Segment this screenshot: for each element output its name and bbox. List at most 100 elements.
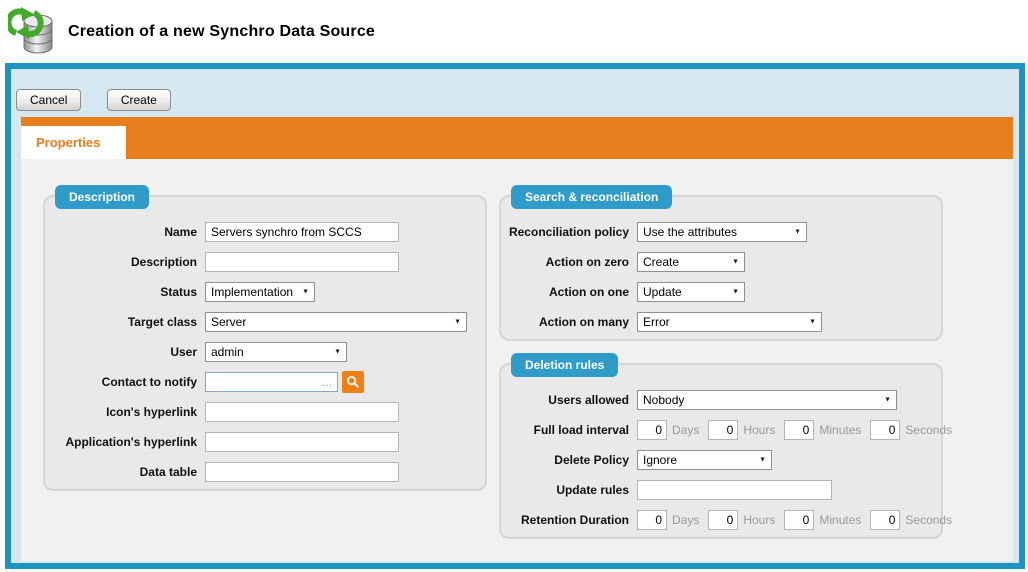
- chevron-down-icon: ▼: [884, 397, 891, 404]
- chevron-down-icon: ▼: [732, 259, 739, 266]
- chevron-down-icon: ▼: [759, 457, 766, 464]
- seconds-unit-label: Seconds: [905, 423, 952, 437]
- target-class-select[interactable]: Server ▼: [205, 312, 467, 332]
- icon-hyperlink-label: Icon's hyperlink: [45, 405, 197, 419]
- search-reconciliation-fieldset: Search & reconciliation Reconciliation p…: [499, 195, 943, 341]
- full-load-interval-row: Full load interval Days Hours Minutes Se…: [501, 415, 929, 445]
- chevron-down-icon: ▼: [794, 229, 801, 236]
- chevron-down-icon: ▼: [809, 319, 816, 326]
- target-class-label: Target class: [45, 315, 197, 329]
- data-table-row: Data table: [45, 457, 473, 487]
- name-label: Name: [45, 225, 197, 239]
- chevron-down-icon: ▼: [302, 289, 309, 296]
- target-class-row: Target class Server ▼: [45, 307, 473, 337]
- action-on-many-label: Action on many: [501, 315, 629, 329]
- action-on-one-select[interactable]: Update ▼: [637, 282, 745, 302]
- delete-policy-select[interactable]: Ignore ▼: [637, 450, 772, 470]
- right-column: Search & reconciliation Reconciliation p…: [499, 195, 943, 539]
- create-button[interactable]: Create: [107, 89, 171, 111]
- chevron-down-icon: ▼: [334, 349, 341, 356]
- days-unit-label: Days: [672, 423, 699, 437]
- action-on-zero-label: Action on zero: [501, 255, 629, 269]
- action-on-one-label: Action on one: [501, 285, 629, 299]
- tab-bar: Properties: [21, 117, 1013, 159]
- action-on-zero-select-value: Create: [643, 255, 679, 269]
- users-allowed-select[interactable]: Nobody ▼: [637, 390, 897, 410]
- status-select-value: Implementation: [211, 285, 293, 299]
- retention-hours-input[interactable]: [708, 510, 738, 530]
- application-hyperlink-label: Application's hyperlink: [45, 435, 197, 449]
- synchro-datasource-icon: [8, 6, 58, 58]
- action-on-zero-select[interactable]: Create ▼: [637, 252, 745, 272]
- contact-to-notify-label: Contact to notify: [45, 375, 197, 389]
- reconciliation-policy-row: Reconciliation policy Use the attributes…: [501, 217, 929, 247]
- contact-to-notify-input[interactable]: [205, 372, 338, 392]
- retention-days-input[interactable]: [637, 510, 667, 530]
- target-class-select-value: Server: [211, 315, 246, 329]
- search-reconciliation-legend: Search & reconciliation: [511, 185, 672, 209]
- application-hyperlink-input[interactable]: [205, 432, 399, 452]
- toolbar: Cancel Create: [16, 89, 1013, 117]
- reconciliation-policy-select-value: Use the attributes: [643, 225, 737, 239]
- user-row: User admin ▼: [45, 337, 473, 367]
- action-on-many-row: Action on many Error ▼: [501, 307, 929, 337]
- full-load-hours-input[interactable]: [708, 420, 738, 440]
- data-table-label: Data table: [45, 465, 197, 479]
- main-panel: Cancel Create Properties Description Nam…: [5, 63, 1025, 569]
- update-rules-input[interactable]: [637, 480, 832, 500]
- update-rules-label: Update rules: [501, 483, 629, 497]
- retention-minutes-input[interactable]: [784, 510, 814, 530]
- full-load-minutes-input[interactable]: [784, 420, 814, 440]
- deletion-rules-fieldset: Deletion rules Users allowed Nobody ▼ Fu…: [499, 363, 943, 539]
- icon-hyperlink-input[interactable]: [205, 402, 399, 422]
- name-row: Name: [45, 217, 473, 247]
- left-column: Description Name Description Status Impl…: [43, 195, 487, 491]
- user-label: User: [45, 345, 197, 359]
- action-on-many-select[interactable]: Error ▼: [637, 312, 822, 332]
- status-row: Status Implementation ▼: [45, 277, 473, 307]
- full-load-seconds-input[interactable]: [870, 420, 900, 440]
- form-container: Properties Description Name Description: [21, 117, 1013, 561]
- deletion-rules-legend: Deletion rules: [511, 353, 618, 377]
- chevron-down-icon: ▼: [454, 319, 461, 326]
- users-allowed-row: Users allowed Nobody ▼: [501, 385, 929, 415]
- form-content: Description Name Description Status Impl…: [21, 159, 1013, 539]
- action-on-one-select-value: Update: [643, 285, 682, 299]
- chevron-down-icon: ▼: [732, 289, 739, 296]
- delete-policy-label: Delete Policy: [501, 453, 629, 467]
- cancel-button[interactable]: Cancel: [16, 89, 81, 111]
- contact-to-notify-row: Contact to notify ...: [45, 367, 473, 397]
- retention-seconds-input[interactable]: [870, 510, 900, 530]
- reconciliation-policy-label: Reconciliation policy: [501, 225, 629, 239]
- full-load-days-input[interactable]: [637, 420, 667, 440]
- delete-policy-row: Delete Policy Ignore ▼: [501, 445, 929, 475]
- users-allowed-label: Users allowed: [501, 393, 629, 407]
- application-hyperlink-row: Application's hyperlink: [45, 427, 473, 457]
- page-title: Creation of a new Synchro Data Source: [68, 23, 375, 41]
- action-on-zero-row: Action on zero Create ▼: [501, 247, 929, 277]
- minutes-unit-label: Minutes: [819, 423, 861, 437]
- update-rules-row: Update rules: [501, 475, 929, 505]
- minutes-unit-label: Minutes: [819, 513, 861, 527]
- page-header: Creation of a new Synchro Data Source: [0, 0, 1028, 63]
- icon-hyperlink-row: Icon's hyperlink: [45, 397, 473, 427]
- tab-properties[interactable]: Properties: [21, 126, 126, 159]
- name-input[interactable]: [205, 222, 399, 242]
- description-input[interactable]: [205, 252, 399, 272]
- retention-duration-row: Retention Duration Days Hours Minutes Se…: [501, 505, 929, 535]
- description-legend: Description: [55, 185, 149, 209]
- user-select-value: admin: [211, 345, 244, 359]
- description-label: Description: [45, 255, 197, 269]
- data-table-input[interactable]: [205, 462, 399, 482]
- full-load-interval-label: Full load interval: [501, 423, 629, 437]
- status-select[interactable]: Implementation ▼: [205, 282, 315, 302]
- description-fieldset: Description Name Description Status Impl…: [43, 195, 487, 491]
- contact-search-button[interactable]: [342, 371, 364, 393]
- contact-to-notify-field: ...: [205, 371, 364, 393]
- days-unit-label: Days: [672, 513, 699, 527]
- retention-duration-label: Retention Duration: [501, 513, 629, 527]
- hours-unit-label: Hours: [743, 423, 775, 437]
- user-select[interactable]: admin ▼: [205, 342, 347, 362]
- reconciliation-policy-select[interactable]: Use the attributes ▼: [637, 222, 807, 242]
- action-on-one-row: Action on one Update ▼: [501, 277, 929, 307]
